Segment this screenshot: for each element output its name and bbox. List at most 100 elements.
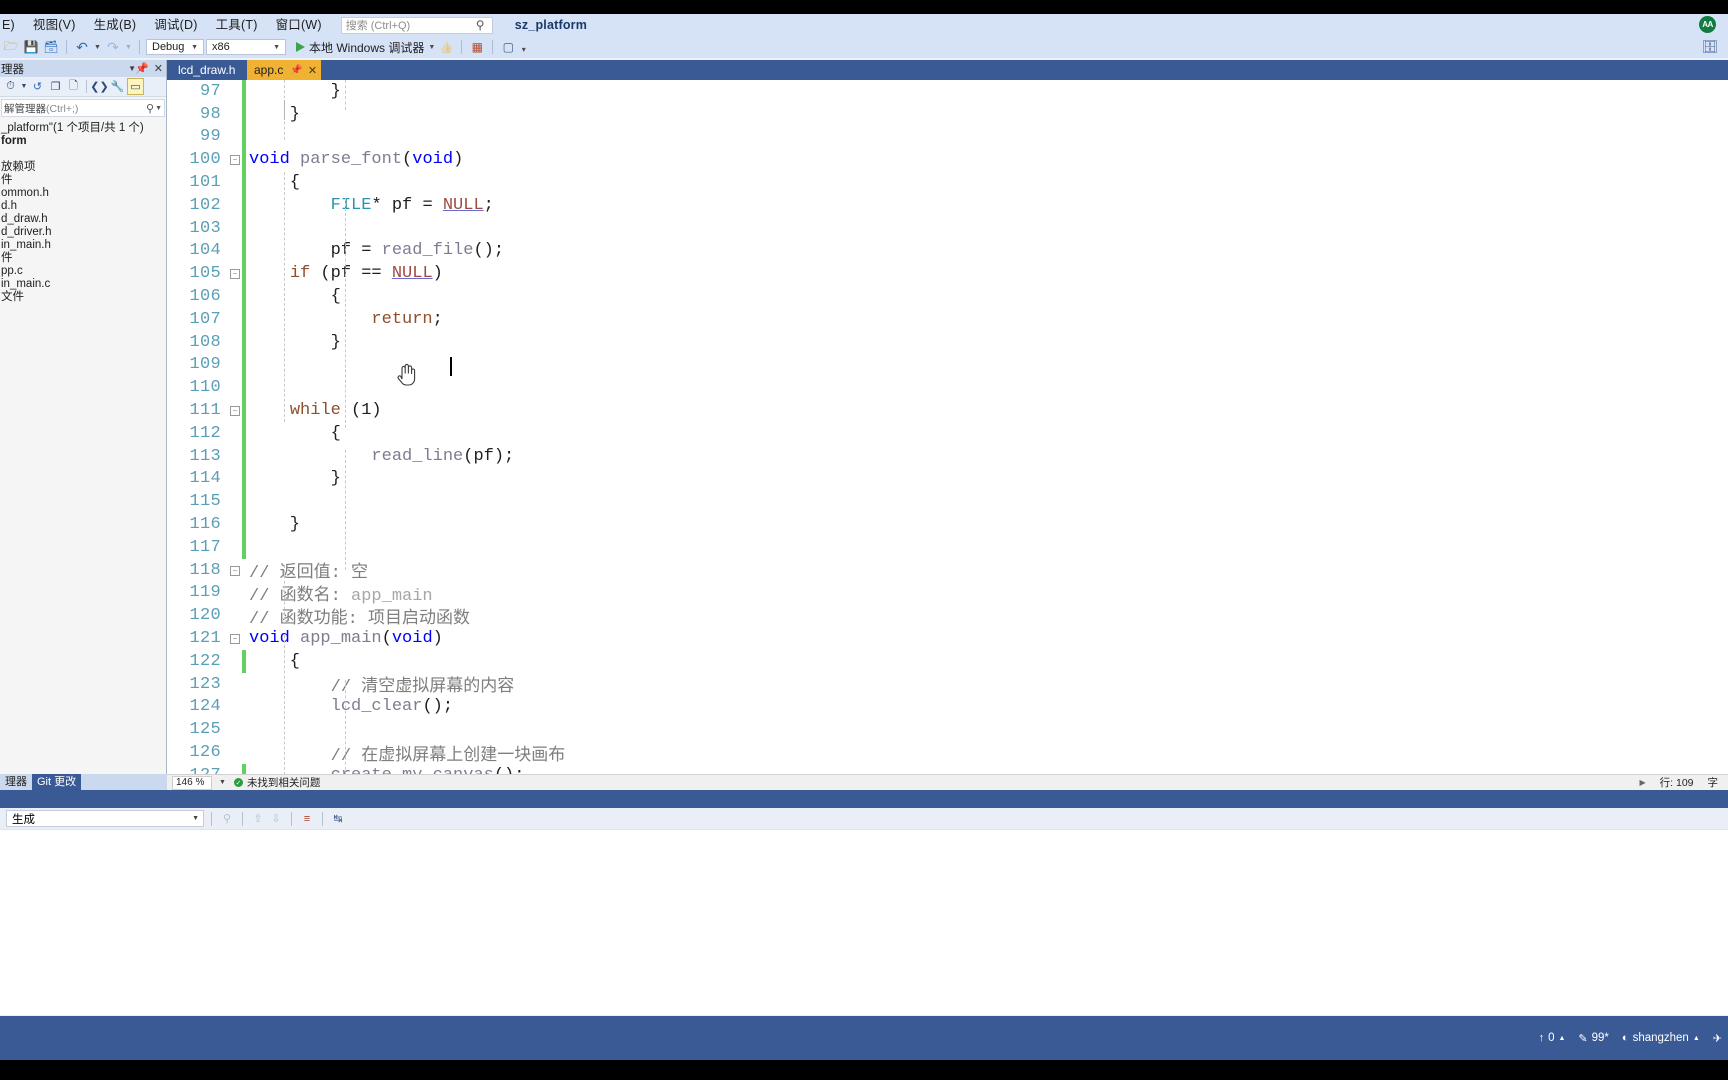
output-panel-body[interactable] xyxy=(0,830,1728,1015)
code-line[interactable]: 120 // 函数功能: 项目启动函数 xyxy=(167,604,1728,629)
history-icon[interactable]: ⏱ xyxy=(2,78,19,95)
word-wrap-icon[interactable]: ↹ xyxy=(330,811,346,827)
code-editor[interactable]: 97 } 98 } 99 100− void parse_font(void) 101 {… xyxy=(167,80,1728,774)
properties-icon[interactable]: 🔧 xyxy=(109,78,126,95)
avatar[interactable]: AA xyxy=(1699,16,1716,33)
code-line[interactable]: 127 create_my_canvas(); xyxy=(167,763,1728,774)
code-line[interactable]: 99 xyxy=(167,125,1728,149)
code-line[interactable]: 107 return; xyxy=(167,307,1728,331)
save-all-icon[interactable]: 🗃 xyxy=(42,38,60,56)
tree-item-lcd-driver-h[interactable]: d_driver.h xyxy=(0,226,166,239)
code-line[interactable]: 111− while (1) xyxy=(167,399,1728,422)
collapse-toggle-icon[interactable]: − xyxy=(229,633,241,645)
tree-item-solution[interactable]: _platform"(1 个项目/共 1 个) xyxy=(0,122,166,135)
code-line[interactable]: 114 } xyxy=(167,467,1728,491)
code-line[interactable]: 108 } xyxy=(167,330,1728,354)
code-line[interactable]: 102 FILE* pf = NULL; xyxy=(167,193,1728,217)
collapse-toggle-icon[interactable]: − xyxy=(229,565,241,576)
tree-item-resource-folder[interactable]: 文件 xyxy=(0,291,166,304)
code-line[interactable]: 115 xyxy=(167,490,1728,514)
code-line[interactable]: 103 xyxy=(167,216,1728,240)
close-icon[interactable]: ✕ xyxy=(154,62,163,75)
chevron-down-icon[interactable]: ▼ xyxy=(155,105,162,112)
screenshot-icon[interactable]: ▦ xyxy=(468,38,486,56)
pending-changes-icon[interactable]: ▭ xyxy=(127,78,144,95)
code-line[interactable]: 123 // 清空虚拟屏幕的内容 xyxy=(167,673,1728,698)
chevron-right-icon[interactable]: ▶ xyxy=(1639,778,1645,787)
notification-icon[interactable]: ✈ xyxy=(1713,1032,1722,1045)
collapse-toggle-icon[interactable]: − xyxy=(229,405,241,417)
undo-icon[interactable]: ↶ xyxy=(73,38,91,56)
code-line[interactable]: 98 } xyxy=(167,102,1728,126)
menu-item-file[interactable]: E) xyxy=(0,14,24,36)
menu-item-window[interactable]: 窗口(W) xyxy=(267,14,331,36)
collapse-toggle-icon[interactable]: − xyxy=(229,154,241,166)
close-icon[interactable]: ✕ xyxy=(308,64,317,77)
menu-item-debug[interactable]: 调试(D) xyxy=(145,14,206,36)
status-unpushed-commits[interactable]: ↑ 0 ▲ xyxy=(1539,1032,1566,1044)
open-folder-icon[interactable]: 🗁 xyxy=(2,38,20,56)
code-line[interactable]: 106 { xyxy=(167,285,1728,308)
code-line[interactable]: 105− if (pf == NULL) xyxy=(167,262,1728,286)
status-branch[interactable]: ◐ shangzhen ▲ xyxy=(1622,1032,1700,1044)
pin-icon[interactable]: 📌 xyxy=(290,65,302,76)
zoom-level-select[interactable]: 146 % xyxy=(172,775,212,790)
tree-item-win-main-h[interactable]: in_main.h xyxy=(0,239,166,252)
bottom-tab-solution-explorer[interactable]: 理器 xyxy=(0,774,32,790)
bottom-tab-git-changes[interactable]: Git 更改 xyxy=(32,774,82,790)
refresh-icon[interactable]: ↺ xyxy=(29,78,46,95)
status-pending-changes[interactable]: ✎ 99* xyxy=(1578,1032,1609,1045)
collapse-all-icon[interactable]: ❐ xyxy=(47,78,64,95)
window-icon[interactable]: ▢ xyxy=(499,38,517,56)
solution-explorer-search[interactable]: 解管理器(Ctrl+;) ⚲ ▼ xyxy=(1,99,165,117)
change-indicator xyxy=(241,125,249,149)
code-line[interactable]: 121− void app_main(void) xyxy=(167,627,1728,650)
clear-output-icon[interactable]: ≡ xyxy=(299,811,315,827)
pin-icon[interactable]: 📌 xyxy=(135,62,149,75)
show-all-files-icon[interactable]: 🗋 xyxy=(65,78,82,95)
tree-item-lcd-draw-h[interactable]: d_draw.h xyxy=(0,213,166,226)
start-debugging-button[interactable]: 本地 Windows 调试器 ▼ xyxy=(296,39,435,56)
save-icon[interactable]: 💾 xyxy=(22,38,40,56)
layout-icon[interactable]: 🗄 xyxy=(1701,39,1718,55)
tree-item-header-folder[interactable]: 件 xyxy=(0,174,166,187)
tree-item-project[interactable]: form xyxy=(0,135,166,148)
code-line[interactable]: 104 pf = read_file(); xyxy=(167,239,1728,263)
code-line[interactable]: 124 lcd_clear(); xyxy=(167,696,1728,719)
code-line[interactable]: 112 { xyxy=(167,421,1728,445)
solution-configuration-select[interactable]: Debug ▼ xyxy=(146,39,204,55)
code-line[interactable]: 119// 函数名: app_main xyxy=(167,582,1728,606)
tree-item-references[interactable]: 放赖项 xyxy=(0,161,166,174)
code-view-icon[interactable]: ❮❯ xyxy=(90,78,108,95)
undo-dropdown-icon[interactable]: ▼ xyxy=(93,38,102,56)
code-line[interactable]: 118−// 返回值: 空 xyxy=(167,559,1728,584)
tree-item-app-c[interactable]: pp.c xyxy=(0,265,166,278)
tree-item-lcd-h[interactable]: d.h xyxy=(0,200,166,213)
menu-item-tools[interactable]: 工具(T) xyxy=(207,14,267,36)
code-line[interactable]: 125 xyxy=(167,718,1728,741)
code-line[interactable]: 113 read_line(pf); xyxy=(167,444,1728,468)
solution-platform-select[interactable]: x86 ▼ xyxy=(206,39,286,55)
history-dropdown-icon[interactable]: ▼ xyxy=(20,78,28,95)
code-line[interactable]: 97 } xyxy=(167,80,1728,103)
tree-item-source-folder[interactable]: 件 xyxy=(0,252,166,265)
tree-item-win-main-c[interactable]: in_main.c xyxy=(0,278,166,291)
quick-launch-search[interactable]: 搜索 (Ctrl+Q) ⚲ xyxy=(340,16,493,34)
code-line[interactable]: 126 // 在虚拟屏幕上创建一块画布 xyxy=(167,741,1728,766)
code-line[interactable]: 116 } xyxy=(167,513,1728,536)
tab-app-c[interactable]: app.c 📌 ✕ xyxy=(247,60,322,80)
code-line[interactable]: 101 { xyxy=(167,171,1728,194)
code-line[interactable]: 100− void parse_font(void) xyxy=(167,148,1728,172)
toolbar-overflow-icon[interactable]: ▾ xyxy=(519,40,528,58)
chevron-up-icon: ▲ xyxy=(1558,1034,1566,1042)
tree-item-common-h[interactable]: ommon.h xyxy=(0,187,166,200)
collapse-toggle-icon[interactable]: − xyxy=(229,268,241,280)
tab-lcd-draw-h[interactable]: lcd_draw.h xyxy=(171,60,243,80)
menu-item-build[interactable]: 生成(B) xyxy=(85,14,146,36)
chevron-down-icon[interactable]: ▼ xyxy=(219,779,226,786)
code-line[interactable]: 122 { xyxy=(167,649,1728,673)
menu-item-view[interactable]: 视图(V) xyxy=(24,14,85,36)
output-source-select[interactable]: 生成 ▼ xyxy=(6,810,204,827)
code-line[interactable]: 117 xyxy=(167,535,1728,559)
chevron-down-icon[interactable]: ▼ xyxy=(428,44,435,51)
